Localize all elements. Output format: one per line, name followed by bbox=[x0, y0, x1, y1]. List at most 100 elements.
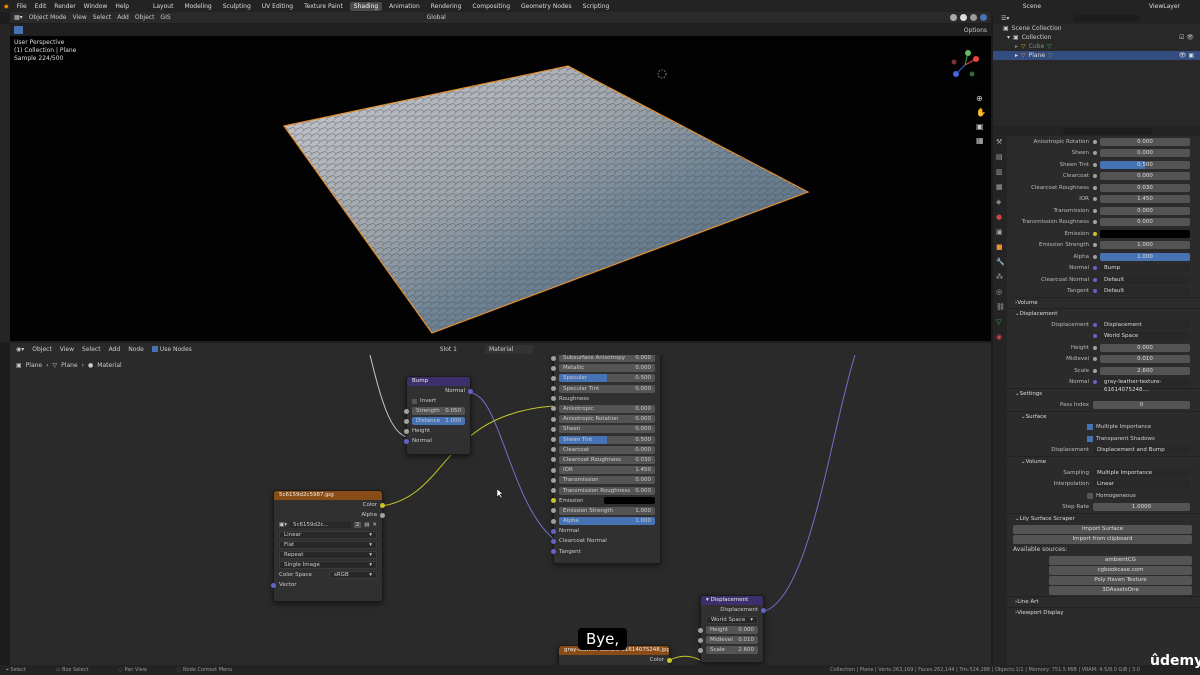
bsdf-field-sheen-tint[interactable]: Sheen Tint 0.500 bbox=[559, 435, 655, 444]
outliner-item-cube[interactable]: ▸ ▽ Cube ▽ bbox=[993, 42, 1200, 51]
bsdf-socket[interactable] bbox=[551, 447, 556, 453]
viewport-menu-object[interactable]: Object bbox=[135, 14, 155, 21]
bsdf-field-alpha[interactable]: Alpha 1.000 bbox=[559, 517, 655, 526]
prop-midlevel-field[interactable]: 0.010 bbox=[1100, 355, 1190, 364]
bump-node-header[interactable]: Bump bbox=[407, 377, 470, 386]
workspace-tab-compositing[interactable]: Compositing bbox=[468, 2, 514, 11]
prop-alpha-field[interactable]: 1.000 bbox=[1100, 252, 1190, 261]
workspace-tab-animation[interactable]: Animation bbox=[385, 2, 424, 11]
bsdf-field-ior[interactable]: IOR 1.450 bbox=[559, 466, 655, 475]
bsdf-socket[interactable] bbox=[551, 498, 556, 504]
section-line-art[interactable]: › Line Art bbox=[1007, 596, 1200, 607]
displacement-node[interactable]: ▾ Displacement Displacement World Space ▾… bbox=[698, 595, 766, 663]
prop-transmission-roughness-field[interactable]: 0.000 bbox=[1100, 218, 1190, 227]
node-editor[interactable]: ▣ Plane › ▽ Plane › ● Material Bump Normal In… bbox=[10, 355, 991, 665]
world-tab-icon[interactable]: ● bbox=[996, 213, 1004, 221]
pan-hand-icon[interactable]: ✋ bbox=[976, 108, 986, 117]
bsdf-field-clearcoat-roughness[interactable]: Clearcoat Roughness 0.030 bbox=[559, 455, 655, 464]
slot-dropdown[interactable]: Slot 1 bbox=[440, 346, 457, 353]
shading-buttons[interactable] bbox=[950, 14, 987, 21]
emission-color-swatch[interactable] bbox=[604, 497, 655, 505]
bsdf-field-transmission[interactable]: Transmission 0.000 bbox=[559, 476, 655, 485]
bsdf-socket[interactable] bbox=[551, 437, 556, 442]
data-tab-icon[interactable]: ▽ bbox=[996, 318, 1004, 326]
bsdf-socket[interactable] bbox=[551, 406, 556, 412]
solid-shading-icon[interactable] bbox=[960, 14, 967, 21]
interpolation-dropdown[interactable]: Linear ▾ bbox=[279, 531, 377, 539]
collection-tab-icon[interactable]: ▣ bbox=[996, 228, 1004, 236]
section-volume-settings[interactable]: ⌄ Volume bbox=[1007, 456, 1200, 467]
editor-type-icon[interactable]: ▦▾ bbox=[14, 14, 23, 21]
node-menu-view[interactable]: View bbox=[60, 346, 74, 353]
bsdf-socket[interactable] bbox=[551, 375, 556, 381]
bsdf-field-transmission-roughness[interactable]: Transmission Roughness 0.000 bbox=[559, 486, 655, 495]
physics-tab-icon[interactable]: ◎ bbox=[996, 288, 1004, 296]
bump-node[interactable]: Bump Normal Invert Strength 0.050 Distanc… bbox=[404, 376, 473, 455]
workspace-tab-rendering[interactable]: Rendering bbox=[427, 2, 466, 11]
disp-height-field[interactable]: Height 0.000 bbox=[706, 626, 758, 634]
wireframe-shading-icon[interactable] bbox=[950, 14, 957, 21]
color-space-dropdown[interactable]: sRGB ▾ bbox=[329, 571, 377, 579]
camera-icon[interactable]: ▣ bbox=[976, 122, 986, 131]
view-layer-tab-icon[interactable]: ▦ bbox=[996, 183, 1004, 191]
bsdf-field-anisotropic[interactable]: Anisotropic 0.000 bbox=[559, 405, 655, 414]
bump-height-socket[interactable] bbox=[404, 428, 409, 434]
prop-anisotropic-rotation-field[interactable]: 0.000 bbox=[1100, 137, 1190, 146]
bsdf-field-specular-tint[interactable]: Specular Tint 0.000 bbox=[559, 384, 655, 393]
bsdf-socket[interactable] bbox=[551, 457, 556, 463]
disp-scale-field[interactable]: Scale 2.600 bbox=[706, 646, 758, 654]
workspace-tab-layout[interactable]: Layout bbox=[149, 2, 177, 11]
constraints-tab-icon[interactable]: ⛓ bbox=[996, 303, 1005, 311]
bsdf-socket[interactable] bbox=[551, 487, 556, 493]
bsdf-field-emission-strength[interactable]: Emission Strength 1.000 bbox=[559, 506, 655, 515]
pass-index-field[interactable]: 0 bbox=[1093, 400, 1190, 409]
material-dropdown[interactable]: Material bbox=[485, 344, 534, 354]
sampling-dropdown[interactable]: Multiple Importance bbox=[1093, 468, 1190, 477]
scene-tab-icon[interactable]: ◈ bbox=[996, 198, 1004, 206]
material-shading-icon[interactable] bbox=[970, 14, 977, 21]
bump-strength-field[interactable]: Strength 0.050 bbox=[412, 407, 465, 415]
outliner-search[interactable] bbox=[1073, 14, 1140, 22]
bsdf-socket[interactable] bbox=[551, 549, 556, 555]
object-tab-icon[interactable]: ■ bbox=[996, 243, 1004, 251]
modifier-tab-icon[interactable]: 🔧 bbox=[996, 258, 1005, 266]
render-tab-icon[interactable]: ▤ bbox=[996, 153, 1004, 161]
node-object-dropdown[interactable]: Object bbox=[32, 346, 52, 353]
bsdf-field-specular[interactable]: Specular 0.500 bbox=[559, 374, 655, 383]
scene-selector[interactable]: Scene bbox=[1023, 3, 1041, 10]
select-tool-icon[interactable] bbox=[14, 26, 23, 34]
bsdf-field-anisotropic-rotation[interactable]: Anisotropic Rotation 0.000 bbox=[559, 415, 655, 424]
menu-edit[interactable]: Edit bbox=[35, 3, 47, 10]
prop-sheen-tint-field[interactable]: 0.500 bbox=[1100, 160, 1190, 169]
prop-emission-field[interactable] bbox=[1100, 229, 1190, 238]
image-browse-icon[interactable]: ▣▾ bbox=[279, 522, 287, 528]
bsdf-field-subsurface-anisotropy[interactable]: Subsurface Anisotropy 0.000 bbox=[559, 355, 655, 363]
node-menu-node[interactable]: Node bbox=[128, 346, 144, 353]
bump-normal-input-socket[interactable] bbox=[404, 438, 409, 444]
extension-dropdown[interactable]: Repeat ▾ bbox=[279, 551, 377, 559]
section-viewport-display[interactable]: › Viewport Display bbox=[1007, 607, 1200, 618]
transform-orientation[interactable]: Global bbox=[427, 14, 446, 21]
prop-sheen-field[interactable]: 0.000 bbox=[1100, 149, 1190, 158]
workspace-tab-modeling[interactable]: Modeling bbox=[180, 2, 215, 11]
disp-midlevel-field[interactable]: Midlevel 0.010 bbox=[706, 636, 758, 644]
bsdf-socket[interactable] bbox=[551, 355, 556, 361]
prop-clearcoat-roughness-field[interactable]: 0.030 bbox=[1100, 183, 1190, 192]
image-vector-socket[interactable] bbox=[271, 582, 276, 588]
workspace-tab-texture-paint[interactable]: Texture Paint bbox=[300, 2, 347, 11]
displacement-method-dropdown[interactable]: Displacement and Bump bbox=[1093, 446, 1190, 455]
node-menu-select[interactable]: Select bbox=[82, 346, 101, 353]
3d-viewport[interactable]: User Perspective (1) Collection | Plane … bbox=[10, 36, 991, 341]
bsdf-socket[interactable] bbox=[551, 365, 556, 371]
navigation-gizmo[interactable] bbox=[950, 50, 980, 80]
section-surface[interactable]: ⌄ Surface bbox=[1007, 410, 1200, 422]
bsdf-socket[interactable] bbox=[551, 528, 556, 534]
bsdf-socket[interactable] bbox=[551, 416, 556, 422]
workspace-tab-sculpting[interactable]: Sculpting bbox=[219, 2, 255, 11]
bump-distance-field[interactable]: Distance 1.000 bbox=[412, 417, 465, 425]
leather-color-output-socket[interactable] bbox=[667, 657, 672, 663]
prop-normal-field[interactable]: gray-leather-texture-61614075248.... bbox=[1100, 378, 1190, 393]
image-folder-icon[interactable]: ▤ bbox=[364, 522, 369, 528]
image-alpha-output-socket[interactable] bbox=[380, 512, 385, 518]
outliner-item-plane[interactable]: ▸ ▽ Plane ▽ 👁 ▣ bbox=[993, 51, 1200, 60]
